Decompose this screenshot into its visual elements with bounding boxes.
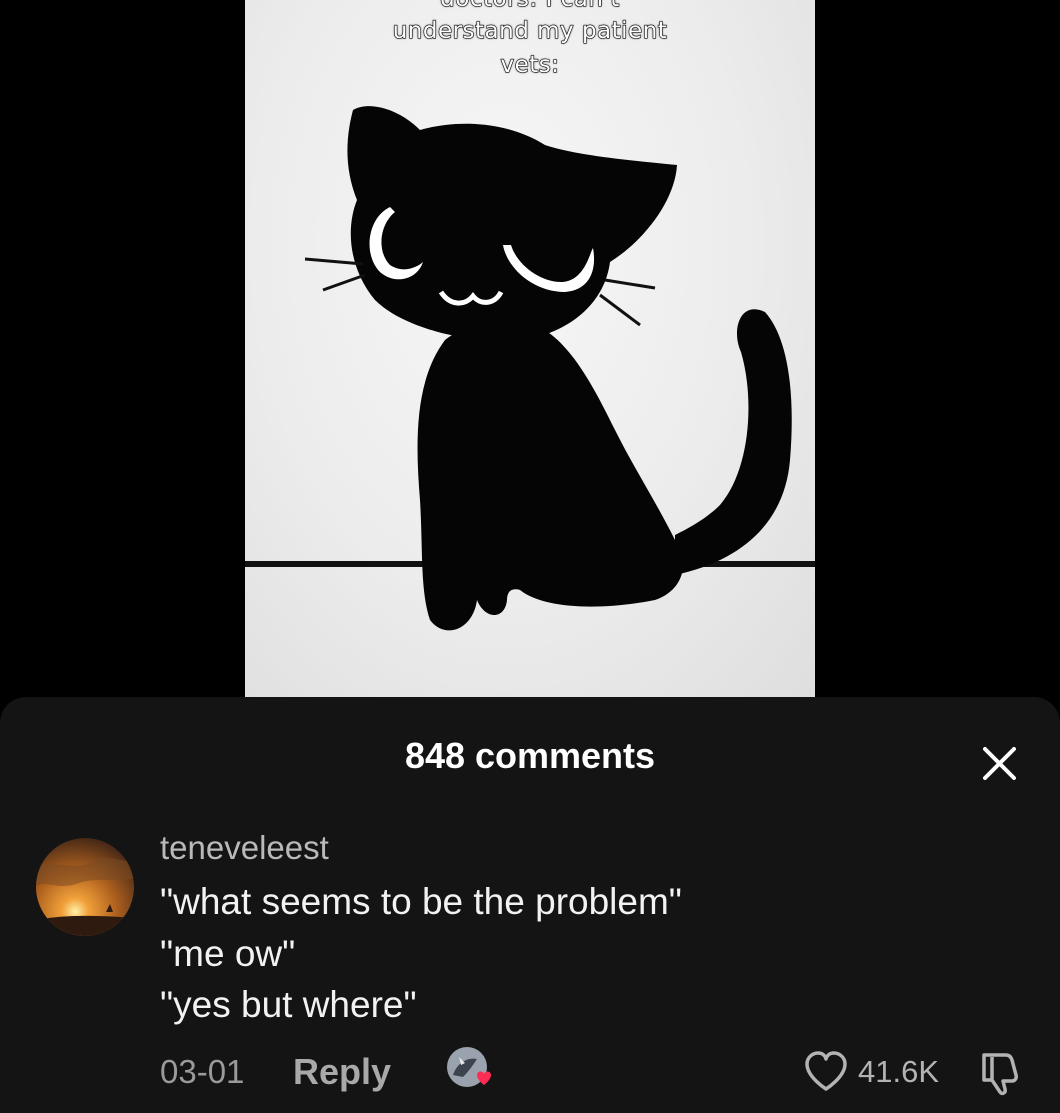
video-frame[interactable]: doctors: I can't understand my patient v…: [245, 0, 815, 697]
thumbs-down-icon: [982, 1053, 1018, 1096]
dislike-button[interactable]: [976, 1049, 1024, 1097]
comment-text-line: "what seems to be the problem": [160, 881, 682, 922]
comment-date: 03-01: [160, 1053, 245, 1090]
cat-head: [347, 106, 677, 341]
comment-text-line: "me ow": [160, 933, 296, 974]
heart-outline-icon: [805, 1051, 847, 1091]
close-icon: [983, 747, 1016, 780]
close-button[interactable]: [976, 739, 1024, 787]
cat-body: [417, 321, 684, 631]
like-button[interactable]: 41.6K: [804, 1049, 939, 1095]
video-caption-line-3: vets:: [500, 51, 560, 78]
video-caption-line-2: understand my patient: [392, 17, 668, 44]
cat-drawing: [245, 106, 815, 631]
comments-count-title: 848 comments: [404, 735, 656, 776]
creator-liked-badge: [443, 1045, 499, 1095]
video-area[interactable]: doctors: I can't understand my patient v…: [0, 0, 1060, 720]
reply-button[interactable]: Reply: [293, 1051, 391, 1093]
video-caption-line-1: doctors: I can't: [245, 0, 815, 13]
comment-username[interactable]: teneveleest: [160, 829, 329, 867]
sunset-avatar-image: [36, 838, 134, 936]
comments-sheet: 848 comments teneveleest "what seems to …: [0, 697, 1060, 1113]
cat-tail: [675, 309, 792, 575]
creator-avatar-heart-icon: [447, 1047, 491, 1087]
like-count: 41.6K: [858, 1054, 940, 1089]
comment-text-line: "yes but where": [160, 984, 417, 1025]
commenter-avatar[interactable]: [36, 838, 134, 936]
